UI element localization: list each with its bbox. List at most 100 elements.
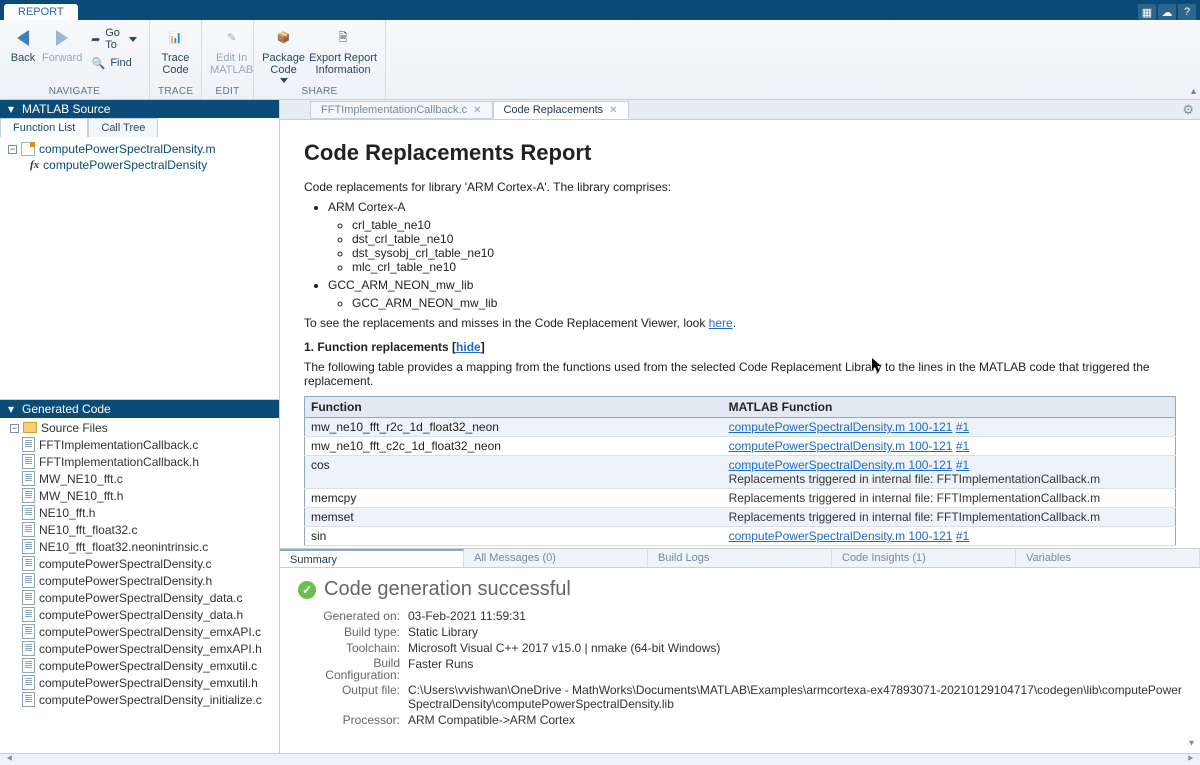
file-item[interactable]: computePowerSpectralDensity.c [4,555,279,572]
scroll-left-icon[interactable]: ⯇ [6,754,14,765]
file-item[interactable]: NE10_fft.h [4,504,279,521]
group-caption: SHARE [262,86,377,99]
table-row: sincomputePowerSpectralDensity.m 100-121… [305,527,1176,546]
hash-link[interactable]: #1 [956,439,969,453]
cell-function: mw_ne10_fft_r2c_1d_float32_neon [305,418,723,437]
function-tree: − computePowerSpectralDensity.m fx compu… [0,137,279,399]
edit-matlab-button[interactable]: ✎ Edit In MATLAB [210,22,253,76]
folder-source-files[interactable]: − Source Files [4,420,279,436]
generated-code-panel: ▾ Generated Code − Source Files FFTImple… [0,400,279,753]
panel-header: ▾ MATLAB Source [0,100,279,118]
scroll-right-icon[interactable]: ⯈ [1186,754,1194,765]
tree-file[interactable]: − computePowerSpectralDensity.m [2,141,277,157]
file-item[interactable]: computePowerSpectralDensity_emxAPI.h [4,640,279,657]
cell-function: memcpy [305,489,723,508]
file-item[interactable]: MW_NE10_fft.h [4,487,279,504]
tab-code-insights[interactable]: Code Insights (1) [832,549,1016,567]
tab-summary[interactable]: Summary [280,549,464,567]
file-item[interactable]: computePowerSpectralDensity_emxAPI.c [4,623,279,640]
find-button[interactable]: 🔍 Find [86,54,141,72]
file-item[interactable]: computePowerSpectralDensity_data.c [4,589,279,606]
file-item[interactable]: computePowerSpectralDensity_emxutil.h [4,674,279,691]
tab-build-logs[interactable]: Build Logs [648,549,832,567]
source-link[interactable]: computePowerSpectralDensity.m 100-121 [729,529,953,543]
source-link[interactable]: computePowerSpectralDensity.m 100-121 [729,420,953,434]
file-label: computePowerSpectralDensity_data.h [39,608,243,622]
file-icon [22,505,35,520]
ribbon-group-trace: 📊 Trace Code TRACE [150,20,202,99]
viewer-link[interactable]: here [709,316,733,330]
cell-function: memset [305,508,723,527]
doc-tab-fft[interactable]: FFTImplementationCallback.c ✕ [310,101,493,119]
edit-matlab-label: Edit In MATLAB [210,52,253,76]
find-label: Find [110,57,131,69]
lib-name: ARM Cortex-A [328,200,405,214]
export-report-button[interactable]: 🗎 Export Report Information [309,22,377,76]
file-item[interactable]: computePowerSpectralDensity_initialize.c [4,691,279,708]
gear-icon[interactable]: ⚙ [1182,102,1194,118]
file-icon [22,454,35,469]
expand-icon[interactable]: − [10,424,19,433]
file-item[interactable]: FFTImplementationCallback.c [4,436,279,453]
file-label: computePowerSpectralDensity_emxutil.h [39,676,258,690]
close-icon[interactable]: ✕ [609,105,617,116]
hash-link[interactable]: #1 [956,458,969,472]
source-link[interactable]: computePowerSpectralDensity.m 100-121 [729,458,953,472]
file-icon [22,641,35,656]
group-caption: NAVIGATE [8,86,141,99]
search-icon: 🔍 [90,55,106,71]
file-item[interactable]: NE10_fft_float32.c [4,521,279,538]
back-button[interactable]: Back [8,22,38,64]
help-bubble-icon[interactable]: ☁ [1158,4,1176,20]
file-item[interactable]: computePowerSpectralDensity_emxutil.c [4,657,279,674]
goto-button[interactable]: ➦ Go To [86,26,141,52]
v-output: C:\Users\vvishwan\OneDrive - MathWorks\D… [408,683,1182,711]
row-note: Replacements triggered in internal file:… [729,491,1101,505]
viewer-line: To see the replacements and misses in th… [304,316,1176,330]
viewer-pre: To see the replacements and misses in th… [304,316,709,330]
file-item[interactable]: computePowerSpectralDensity.h [4,572,279,589]
k-toolchain: Toolchain: [298,641,408,655]
file-icon [22,437,35,452]
tab-variables[interactable]: Variables [1016,549,1200,567]
collapse-icon[interactable]: ▾ [6,402,16,416]
file-item[interactable]: FFTImplementationCallback.h [4,453,279,470]
collapse-icon[interactable]: ▾ [6,102,16,116]
file-icon [22,488,35,503]
tab-call-tree[interactable]: Call Tree [88,118,158,137]
tab-all-messages[interactable]: All Messages (0) [464,549,648,567]
file-icon [22,573,35,588]
chevron-down-icon [280,78,288,83]
chevron-down-icon[interactable]: ▾ [1189,738,1194,749]
file-label: NE10_fft.h [39,506,95,520]
grid-icon[interactable]: ▦ [1138,4,1156,20]
tree-func[interactable]: fx computePowerSpectralDensity [2,157,277,173]
file-label: computePowerSpectralDensity.h [39,574,212,588]
file-item[interactable]: computePowerSpectralDensity_data.h [4,606,279,623]
file-item[interactable]: NE10_fft_float32.neonintrinsic.c [4,538,279,555]
report-intro: Code replacements for library 'ARM Corte… [304,180,1176,194]
source-link[interactable]: computePowerSpectralDensity.m 100-121 [729,439,953,453]
package-code-button[interactable]: 📦 Package Code [262,22,305,83]
file-label: computePowerSpectralDensity_emxutil.c [39,659,257,673]
hash-link[interactable]: #1 [956,420,969,434]
app-tab-report[interactable]: REPORT [4,4,78,20]
hash-link[interactable]: #1 [956,529,969,543]
hide-link[interactable]: hide [456,340,481,354]
tab-function-list[interactable]: Function List [0,118,88,137]
trace-code-button[interactable]: 📊 Trace Code [158,22,193,76]
folder-icon [23,422,37,433]
v-toolchain: Microsoft Visual C++ 2017 v15.0 | nmake … [408,641,1182,655]
ribbon-collapse-icon[interactable]: ▴ [1191,86,1196,97]
panel-title: Generated Code [22,402,111,416]
package-icon: 📦 [272,26,296,50]
k-output: Output file: [298,683,408,711]
k-processor: Processor: [298,713,408,727]
forward-button[interactable]: Forward [42,22,82,64]
doc-tab-code-replacements[interactable]: Code Replacements ✕ [493,101,629,119]
expand-icon[interactable]: − [8,145,17,154]
file-item[interactable]: MW_NE10_fft.c [4,470,279,487]
close-icon[interactable]: ✕ [473,105,481,116]
help-icon[interactable]: ? [1178,4,1196,20]
doc-tab-label: FFTImplementationCallback.c [321,104,467,116]
